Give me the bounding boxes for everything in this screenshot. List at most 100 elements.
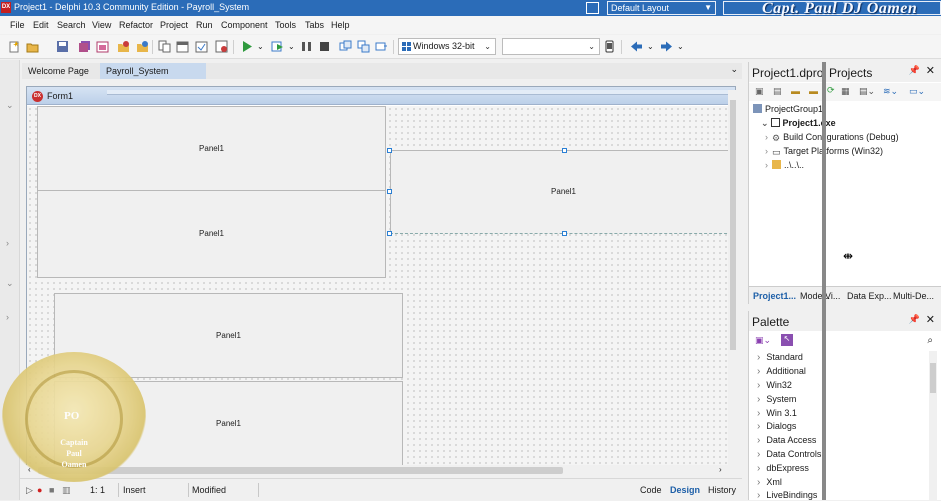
palette-category[interactable]: System [757, 394, 796, 405]
tab-view[interactable]: Vi... [825, 291, 840, 301]
target-platform-select[interactable]: Windows 32-bit ⌄ [398, 38, 496, 55]
navigate-forward-icon[interactable] [660, 40, 673, 53]
folder-icon[interactable]: ▬ [809, 86, 818, 96]
panel-1[interactable]: Panel1 [37, 106, 386, 191]
menu-help[interactable]: Help [331, 20, 350, 30]
menu-refactor[interactable]: Refactor [119, 20, 153, 30]
panel-selected[interactable]: Panel1 [390, 150, 735, 234]
device-icon[interactable] [603, 40, 616, 53]
menu-search[interactable]: Search [57, 20, 86, 30]
cursor-tool-icon[interactable]: ↖ [781, 334, 793, 346]
scroll-right-icon[interactable]: › [719, 465, 722, 474]
sort-icon[interactable]: ≋⌄ [883, 86, 898, 97]
close-icon[interactable]: ✕ [926, 313, 935, 326]
play-macro-icon[interactable]: ▷ [26, 485, 33, 496]
stop-macro-icon[interactable]: ■ [49, 485, 54, 495]
build-icon[interactable]: ▦ [841, 86, 850, 97]
menu-tabs[interactable]: Tabs [305, 20, 324, 30]
tab-payroll-system[interactable]: Payroll_System [100, 63, 206, 79]
run-dropdown-chevron-icon[interactable]: ⌄ [257, 42, 270, 55]
pin-icon[interactable]: 📌 [909, 314, 920, 325]
tab-design[interactable]: Design [670, 485, 700, 495]
run-to-return-icon[interactable] [375, 40, 388, 53]
collapse-chevron-icon[interactable]: ⌄ [6, 100, 14, 111]
sync-icon[interactable]: ⟳ [827, 85, 835, 96]
desktop-layout-icon[interactable] [586, 2, 599, 14]
open-folder-icon[interactable] [26, 40, 39, 53]
scrollbar-thumb[interactable] [730, 100, 736, 350]
activate-icon[interactable]: ▣ [755, 86, 764, 97]
palette-category[interactable]: Dialogs [757, 421, 796, 432]
menu-file[interactable]: File [10, 20, 25, 30]
view-form-icon[interactable] [195, 40, 208, 53]
palette-category[interactable]: Data Controls [757, 449, 821, 460]
pane-splitter[interactable] [822, 62, 826, 500]
tab-history[interactable]: History [708, 485, 736, 495]
palette-category[interactable]: Additional [757, 366, 806, 377]
new-items-icon[interactable] [8, 40, 21, 53]
trace-into-icon[interactable] [357, 40, 370, 53]
expand-chevron-icon[interactable]: › [6, 312, 9, 322]
run-without-debug-icon[interactable] [271, 40, 284, 53]
palette-categories-icon[interactable]: ▣⌄ [755, 335, 771, 346]
scrollbar-thumb[interactable] [930, 363, 936, 393]
selection-handle[interactable] [387, 231, 392, 236]
tree-project-group[interactable]: ProjectGroup1 [753, 104, 823, 114]
menu-edit[interactable]: Edit [33, 20, 49, 30]
tab-multi-device[interactable]: Multi-De... [893, 291, 934, 301]
tree-folder[interactable]: › ..\..\.. [765, 160, 804, 170]
menu-project[interactable]: Project [160, 20, 188, 30]
pin-icon[interactable]: 📌 [909, 65, 920, 76]
add-icon[interactable]: ▤ [773, 86, 782, 97]
view-unit-icon[interactable] [176, 40, 189, 53]
tab-data-explorer[interactable]: Data Exp... [847, 291, 892, 301]
view-options-icon[interactable]: ▤⌄ [859, 86, 875, 97]
record-macro-icon[interactable]: ● [37, 485, 42, 495]
designer-vertical-scrollbar[interactable] [728, 90, 738, 465]
add-to-project-icon[interactable] [117, 40, 130, 53]
tab-project[interactable]: Project1... [753, 291, 796, 301]
expand-chevron-icon[interactable]: › [6, 238, 9, 248]
menu-view[interactable]: View [92, 20, 111, 30]
panel-2[interactable]: Panel1 [37, 190, 386, 278]
stop-icon[interactable] [318, 40, 331, 53]
search-icon[interactable]: ⌕ [927, 335, 933, 346]
tab-list-chevron-icon[interactable]: ⌄ [730, 64, 738, 75]
menu-component[interactable]: Component [221, 20, 268, 30]
new-form-icon[interactable] [215, 40, 228, 53]
menu-tools[interactable]: Tools [275, 20, 296, 30]
selection-handle[interactable] [562, 231, 567, 236]
palette-category[interactable]: Data Access [757, 435, 816, 446]
palette-scrollbar[interactable] [929, 351, 937, 500]
forward-dropdown-chevron-icon[interactable]: ⌄ [677, 42, 690, 55]
navigate-back-icon[interactable] [630, 40, 643, 53]
close-icon[interactable]: ✕ [926, 64, 935, 77]
open-project-icon[interactable] [96, 40, 109, 53]
pause-icon[interactable] [300, 40, 313, 53]
run-icon[interactable] [240, 40, 253, 53]
tab-code[interactable]: Code [640, 485, 662, 495]
layout-select[interactable]: Default Layout ▼ [607, 1, 716, 15]
remove-from-project-icon[interactable] [136, 40, 149, 53]
palette-category[interactable]: Standard [757, 352, 803, 363]
save-icon[interactable] [56, 40, 69, 53]
step-over-icon[interactable] [339, 40, 352, 53]
expand-icon[interactable]: ▭⌄ [909, 86, 925, 97]
tree-build-configurations[interactable]: › ⚙ Build Configurations (Debug) [765, 132, 899, 143]
palette-category[interactable]: dbExpress [757, 463, 809, 474]
palette-category[interactable]: Win32 [757, 380, 792, 391]
selection-handle[interactable] [387, 189, 392, 194]
folder-icon[interactable]: ▬ [791, 86, 800, 96]
save-all-icon[interactable] [78, 40, 91, 53]
back-dropdown-chevron-icon[interactable]: ⌄ [647, 42, 660, 55]
menu-run[interactable]: Run [196, 20, 213, 30]
palette-category[interactable]: LiveBindings [757, 490, 817, 501]
palette-category[interactable]: Win 3.1 [757, 408, 797, 419]
toggle-form-unit-icon[interactable] [158, 40, 171, 53]
palette-category[interactable]: Xml [757, 477, 782, 488]
selection-handle[interactable] [562, 148, 567, 153]
collapse-chevron-icon[interactable]: ⌄ [6, 278, 14, 289]
configuration-select[interactable]: ⌄ [502, 38, 600, 55]
selection-handle[interactable] [387, 148, 392, 153]
tab-welcome-page[interactable]: Welcome Page [22, 63, 95, 79]
